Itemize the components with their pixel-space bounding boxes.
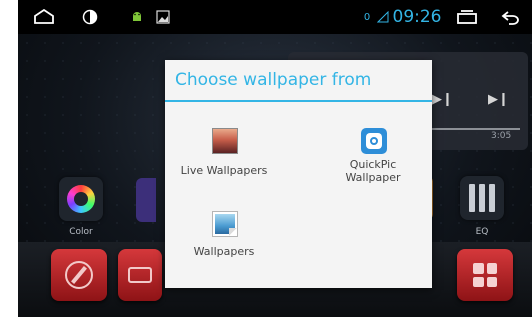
android-icon [126,0,148,34]
device-screen: 0 09:26 ▶❙ ▶❙ 3:05 Color EQ Choose wallp… [18,0,532,317]
next-icon[interactable]: ▶❙ [488,92,509,107]
back-icon[interactable] [494,0,526,34]
status-clock: 09:26 [392,7,442,27]
navigation-button[interactable] [51,249,107,301]
navigation-icon [65,261,93,289]
app-tile-partial [136,178,156,222]
home-icon[interactable] [26,0,62,34]
recents-icon[interactable] [450,0,484,34]
wallpaper-chooser-dialog: Choose wallpaper from Live Wallpapers Qu… [165,60,432,288]
option-label: Wallpapers [193,245,255,258]
radio-icon [128,267,152,283]
option-quickpic-wallpaper[interactable]: QuickPic Wallpaper [318,124,428,196]
notification-count: 0 [363,11,371,23]
option-label: Live Wallpapers [180,164,268,177]
color-app-tile[interactable] [59,177,103,221]
status-bar: 0 09:26 [18,0,532,34]
option-live-wallpapers[interactable]: Live Wallpapers [169,124,279,196]
dialog-divider [165,100,432,102]
brightness-icon[interactable] [76,0,104,34]
option-label-line2: Wallpaper [345,171,401,184]
play-pause-icon[interactable]: ▶❙ [432,92,453,107]
live-wallpapers-icon [212,128,238,154]
music-seekbar[interactable] [418,128,520,130]
apps-button[interactable] [457,249,513,301]
option-wallpapers[interactable]: Wallpapers [169,207,279,279]
eq-icon [469,184,495,212]
quickpic-icon [361,128,387,154]
apps-grid-icon [473,263,497,287]
wallpapers-icon [212,211,238,237]
dialog-title: Choose wallpaper from [175,70,372,90]
signal-icon [375,0,391,34]
gallery-icon [152,0,174,34]
radio-button[interactable] [118,249,162,301]
eq-app-label: EQ [475,227,489,237]
color-app-label: Color [69,227,93,237]
option-label-line1: QuickPic [349,158,397,171]
music-time: 3:05 [491,131,512,141]
eq-app-tile[interactable] [460,176,504,220]
color-icon [67,185,95,213]
